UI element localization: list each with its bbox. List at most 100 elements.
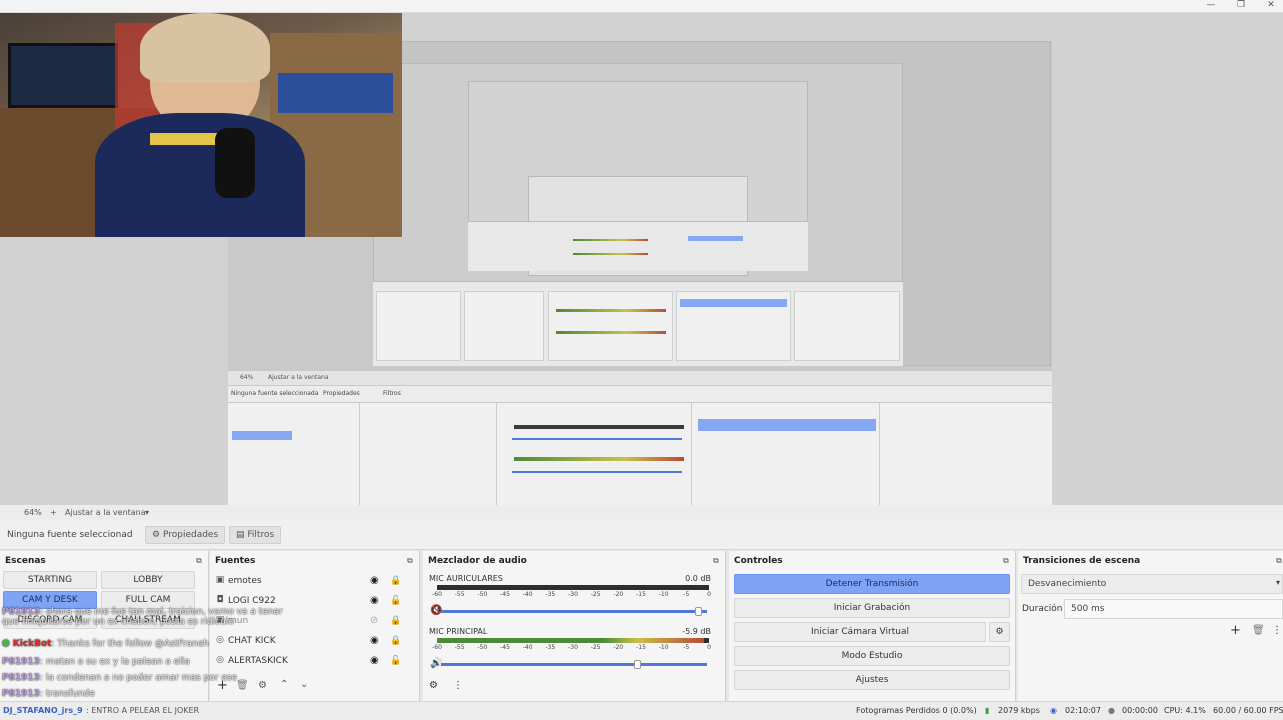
stop-streaming-button[interactable]: Detener Transmisión [734, 574, 1010, 594]
cpu-usage: CPU: 4.1% [1164, 706, 1206, 715]
popout-icon[interactable]: ⧉ [196, 556, 202, 566]
meter-tick-label: -5 [683, 644, 690, 651]
popout-icon[interactable]: ⧉ [407, 556, 413, 566]
menu-icon[interactable]: ⋮ [1272, 625, 1282, 636]
eye-icon[interactable]: ◉ [370, 632, 379, 650]
no-source-label: Ninguna fuente seleccionad [7, 530, 133, 540]
transition-select[interactable]: Desvanecimiento ▾ [1021, 574, 1283, 594]
unlock-icon[interactable]: 🔓 [390, 592, 401, 610]
channel-name: MIC AURICULARES [429, 574, 503, 583]
transition-selected: Desvanecimiento [1028, 579, 1107, 589]
trash-icon[interactable]: 🗑 [236, 680, 249, 691]
transitions-dock: Transiciones de escena ⧉ Desvanecimiento… [1018, 551, 1283, 701]
channel-name: MIC PRINCIPAL [429, 627, 488, 636]
scene-lobby[interactable]: LOBBY [101, 571, 195, 589]
chat-message: ⬢ KickBot: Thanks for the follow @AstFra… [2, 639, 209, 649]
nested-meter [556, 309, 666, 312]
zoom-in-icon[interactable]: + [50, 508, 57, 517]
meter-tick-label: -20 [613, 591, 624, 598]
menu-icon[interactable]: ⋮ [453, 680, 463, 691]
source-item[interactable]: ▣ emotes ◉ 🔒 [214, 572, 412, 590]
eye-icon[interactable]: ◉ [370, 652, 379, 670]
meter-tick-label: 0 [707, 644, 711, 651]
nested-dock-row-2 [468, 221, 808, 271]
meter-tick-label: -5 [683, 591, 690, 598]
properties-button[interactable]: ⚙ Propiedades [145, 526, 226, 544]
popout-icon[interactable]: ⧉ [713, 556, 719, 566]
start-virtual-camera-button[interactable]: Iniciar Cámara Virtual [734, 622, 986, 642]
duration-input[interactable]: 500 ms [1064, 599, 1283, 619]
source-item[interactable]: ◎ CHAT KICK ◉ 🔒 [214, 632, 412, 650]
nested-properties: Propiedades [323, 390, 360, 397]
meter-tick-label: -35 [545, 591, 556, 598]
duration-label: Duración [1022, 604, 1063, 614]
unlock-icon[interactable]: 🔓 [390, 652, 401, 670]
nested-fit-label: Ajustar a la ventana [268, 374, 329, 381]
preview-toolbar: 64% + Ajustar a la ventana ▾ [0, 505, 1283, 520]
lock-icon[interactable]: 🔒 [390, 612, 401, 630]
settings-button[interactable]: Ajustes [734, 670, 1010, 690]
meter-tick-label: -40 [522, 591, 533, 598]
chat-username: DJ_STAFANO_jrs_9 [3, 706, 83, 715]
chevron-down-icon[interactable]: ⌄ [300, 679, 308, 690]
maximize-button[interactable]: ❐ [1230, 0, 1252, 12]
chat-username: P81913 [2, 607, 40, 617]
window-title-bar: — ❐ ✕ [0, 0, 1283, 13]
fit-to-window-label[interactable]: Ajustar a la ventana [65, 508, 146, 517]
zoom-level[interactable]: 64% [24, 508, 42, 517]
nested-meter-2 [573, 253, 648, 255]
lock-icon[interactable]: 🔒 [390, 572, 401, 590]
volume-slider[interactable] [441, 660, 707, 669]
scene-starting[interactable]: STARTING [3, 571, 97, 589]
meter-level [437, 638, 704, 643]
meter-tick-label: -60 [432, 644, 442, 651]
chevron-down-icon: ▾ [1276, 578, 1281, 587]
meter-tick-label: -45 [500, 591, 510, 598]
kick-badge-icon: ⬢ [2, 639, 10, 649]
lock-icon[interactable]: 🔒 [390, 632, 401, 650]
chevron-up-icon[interactable]: ⌃ [280, 679, 288, 690]
source-label: ALERTASKICK [228, 656, 288, 666]
channel-db: -5.9 dB [682, 627, 711, 636]
meter-tick-label: -20 [613, 644, 624, 651]
meter-tick-label: -10 [658, 591, 669, 598]
chat-message: P81913: la condenan a no poder amar mas … [2, 673, 237, 683]
minimize-button[interactable]: — [1200, 0, 1222, 12]
meter-ticks: -60 -55 -50 -45 -40 -35 -30 -25 -20 -15 -10 -5 0 [432, 644, 711, 654]
trash-icon[interactable]: 🗑 [1252, 625, 1265, 636]
nested-stop-button [680, 299, 787, 307]
eye-hidden-icon[interactable]: ⊘ [370, 612, 378, 630]
nested-transitions-panel [794, 291, 900, 361]
preview-area[interactable]: 64% Ajustar a la ventana Ninguna fuente … [0, 13, 1283, 513]
meter-ticks: -60 -55 -50 -45 -40 -35 -30 -25 -20 -15 -10 -5 0 [432, 591, 711, 601]
start-recording-button[interactable]: Iniciar Grabación [734, 598, 1010, 618]
studio-mode-button[interactable]: Modo Estudio [734, 646, 1010, 666]
chat-message: P81913: ahora que me fue tan mal, traici… [2, 607, 302, 627]
meter-tick-label: -50 [477, 644, 488, 651]
meter-tick-label: -55 [454, 591, 465, 598]
chat-username: P81913 [2, 689, 40, 699]
source-item[interactable]: ◎ ALERTASKICK ◉ 🔓 [214, 652, 412, 670]
nested-mixer-panel [548, 291, 673, 361]
filters-button[interactable]: ▤ Filtros [229, 526, 282, 544]
chat-username: KickBot [12, 639, 52, 649]
stream-time: 02:10:07 [1065, 706, 1101, 715]
volume-meter [437, 638, 709, 643]
close-button[interactable]: ✕ [1260, 0, 1282, 12]
add-icon[interactable]: + [1230, 623, 1241, 638]
advanced-audio-icon[interactable]: ⚙ [429, 680, 438, 691]
volume-slider[interactable] [441, 607, 707, 616]
eye-icon[interactable]: ◉ [370, 592, 379, 610]
filters-label: Filtros [247, 530, 275, 540]
status-bar: DJ_STAFANO_jrs_9 : ENTRO A PELEAR EL JOK… [0, 701, 1283, 720]
eye-icon[interactable]: ◉ [370, 572, 379, 590]
slider-knob[interactable] [695, 607, 703, 616]
virtual-camera-settings-button[interactable]: ⚙ [989, 622, 1010, 642]
image-icon: ▣ [215, 575, 225, 585]
gear-icon[interactable]: ⚙ [258, 680, 267, 691]
slider-knob[interactable] [633, 660, 641, 669]
webcam-feed [0, 13, 402, 237]
chevron-down-icon[interactable]: ▾ [145, 508, 149, 517]
popout-icon[interactable]: ⧉ [1003, 556, 1009, 566]
popout-icon[interactable]: ⧉ [1276, 556, 1282, 566]
